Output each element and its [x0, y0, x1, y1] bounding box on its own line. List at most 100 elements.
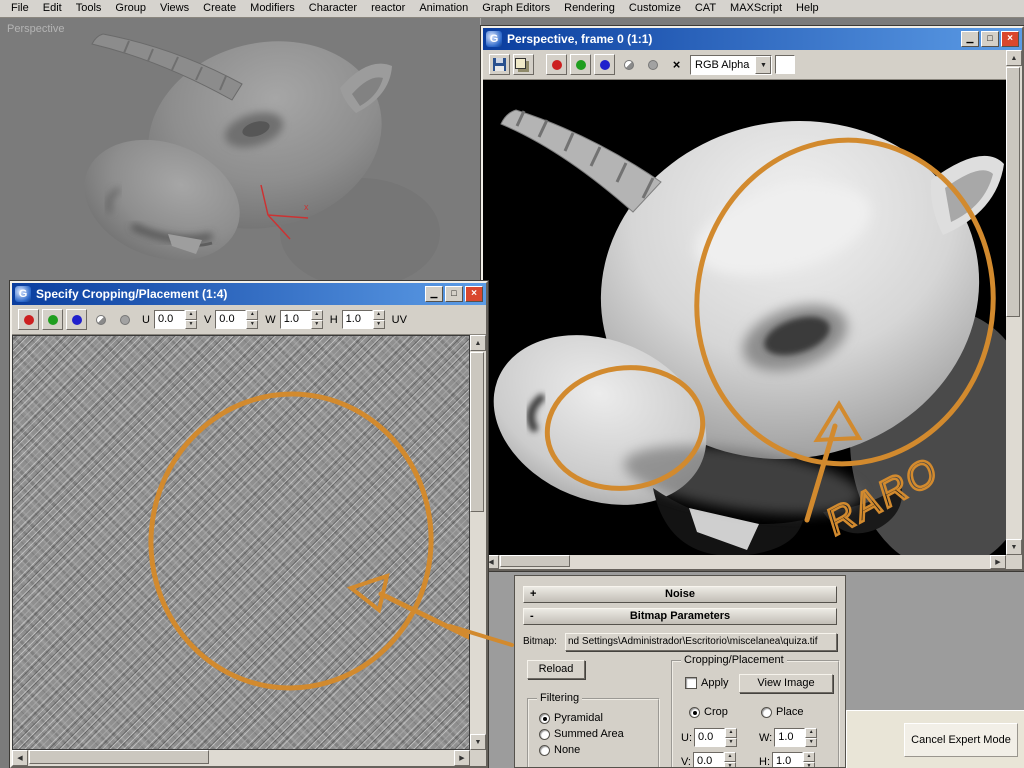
spinner-up-icon[interactable]: ▲ [246, 310, 259, 320]
h-spinner[interactable]: 1.0 ▲ ▼ [341, 310, 385, 329]
v-spinner[interactable]: 0.0 ▲ ▼ [215, 310, 259, 329]
background-color-swatch[interactable] [775, 55, 796, 74]
crop-window-titlebar[interactable]: G Specify Cropping/Placement (1:4) ▁ □ × [12, 283, 486, 305]
green-channel-button[interactable] [570, 54, 591, 75]
spinner-down-icon[interactable]: ▼ [724, 761, 736, 767]
crop-vertical-scrollbar[interactable]: ▲ ▼ [470, 335, 486, 750]
cancel-expert-mode-button[interactable]: Cancel Expert Mode [904, 723, 1018, 757]
crop-u-spinner[interactable]: 0.0 ▲ ▼ [694, 728, 737, 747]
uv-mode-button[interactable]: UV [392, 314, 407, 326]
menu-file[interactable]: File [4, 0, 36, 17]
menu-tools[interactable]: Tools [69, 0, 109, 17]
crop-horizontal-scrollbar[interactable]: ◀ ▶ [12, 750, 470, 766]
scroll-up-icon[interactable]: ▲ [1006, 50, 1022, 66]
crop-v-spinner[interactable]: 0.0 ▲ ▼ [693, 752, 736, 767]
rollout-noise[interactable]: + Noise [523, 586, 837, 603]
monochrome-channel-button[interactable] [618, 54, 639, 75]
close-button[interactable]: × [465, 286, 483, 302]
green-channel-button[interactable] [42, 309, 63, 330]
radio-pyramidal[interactable]: Pyramidal [539, 712, 603, 724]
scroll-down-icon[interactable]: ▼ [470, 734, 486, 750]
scrollbar-thumb[interactable] [29, 750, 209, 764]
close-button[interactable]: × [1001, 31, 1019, 47]
render-window-titlebar[interactable]: G Perspective, frame 0 (1:1) ▁ □ × [483, 28, 1022, 50]
menu-views[interactable]: Views [153, 0, 196, 17]
spinner-up-icon[interactable]: ▲ [310, 310, 323, 320]
spinner-down-icon[interactable]: ▼ [805, 737, 818, 747]
minimize-button[interactable]: ▁ [425, 286, 443, 302]
spinner-down-icon[interactable]: ▼ [372, 319, 385, 329]
menu-group[interactable]: Group [108, 0, 153, 17]
w-value[interactable]: 1.0 [279, 310, 311, 329]
scroll-down-icon[interactable]: ▼ [1006, 539, 1022, 555]
scroll-left-icon[interactable]: ◀ [12, 750, 28, 766]
spinner-up-icon[interactable]: ▲ [805, 728, 818, 738]
spinner-down-icon[interactable]: ▼ [803, 761, 815, 767]
menu-character[interactable]: Character [302, 0, 364, 17]
alpha-channel-button[interactable] [114, 309, 135, 330]
spinner-down-icon[interactable]: ▼ [246, 319, 259, 329]
alpha-channel-button[interactable] [642, 54, 663, 75]
spinner-up-icon[interactable]: ▲ [184, 310, 197, 320]
maximize-button[interactable]: □ [445, 286, 463, 302]
radio-summed-area[interactable]: Summed Area [539, 728, 624, 740]
spinner-up-icon[interactable]: ▲ [725, 728, 737, 738]
menu-create[interactable]: Create [196, 0, 243, 17]
crop-w-spinner[interactable]: 1.0 ▲ ▼ [774, 728, 818, 747]
red-channel-button[interactable] [546, 54, 567, 75]
clear-button[interactable]: × [666, 54, 687, 75]
spinner-down-icon[interactable]: ▼ [184, 319, 197, 329]
v-value[interactable]: 0.0 [215, 310, 247, 329]
maximize-button[interactable]: □ [981, 31, 999, 47]
spinner-down-icon[interactable]: ▼ [310, 319, 323, 329]
reload-button[interactable]: Reload [527, 660, 585, 679]
blue-channel-button[interactable] [66, 309, 87, 330]
channel-dropdown[interactable]: RGB Alpha ▼ [690, 54, 773, 75]
spinner-up-icon[interactable]: ▲ [803, 752, 815, 762]
rollout-bitmap-parameters[interactable]: - Bitmap Parameters [523, 608, 837, 625]
u-value[interactable]: 0.0 [694, 728, 725, 747]
spinner-up-icon[interactable]: ▲ [724, 752, 736, 762]
h-value[interactable]: 1.0 [772, 752, 803, 767]
menu-maxscript[interactable]: MAXScript [723, 0, 789, 17]
u-value[interactable]: 0.0 [153, 310, 185, 329]
scrollbar-thumb[interactable] [500, 555, 570, 567]
menu-animation[interactable]: Animation [412, 0, 475, 17]
scroll-up-icon[interactable]: ▲ [470, 335, 486, 351]
render-canvas[interactable]: RARO [483, 80, 1006, 555]
viewport-label[interactable]: Perspective [7, 23, 64, 35]
h-value[interactable]: 1.0 [341, 310, 373, 329]
crop-canvas[interactable] [12, 335, 470, 750]
minimize-button[interactable]: ▁ [961, 31, 979, 47]
menu-reactor[interactable]: reactor [364, 0, 412, 17]
menu-customize[interactable]: Customize [622, 0, 688, 17]
spinner-up-icon[interactable]: ▲ [372, 310, 385, 320]
menu-help[interactable]: Help [789, 0, 826, 17]
radio-none[interactable]: None [539, 744, 580, 756]
menu-edit[interactable]: Edit [36, 0, 69, 17]
render-vertical-scrollbar[interactable]: ▲ ▼ [1006, 50, 1022, 555]
menu-modifiers[interactable]: Modifiers [243, 0, 302, 17]
w-spinner[interactable]: 1.0 ▲ ▼ [279, 310, 323, 329]
w-value[interactable]: 1.0 [774, 728, 806, 747]
scrollbar-thumb[interactable] [470, 352, 484, 512]
u-spinner[interactable]: 0.0 ▲ ▼ [153, 310, 197, 329]
radio-crop[interactable]: Crop [689, 706, 728, 718]
red-channel-button[interactable] [18, 309, 39, 330]
crop-h-spinner[interactable]: 1.0 ▲ ▼ [772, 752, 815, 767]
monochrome-channel-button[interactable] [90, 309, 111, 330]
clone-rendered-frame-button[interactable] [513, 54, 534, 75]
menu-graph-editors[interactable]: Graph Editors [475, 0, 557, 17]
menu-rendering[interactable]: Rendering [557, 0, 622, 17]
menu-cat[interactable]: CAT [688, 0, 723, 17]
scrollbar-thumb[interactable] [1006, 67, 1020, 317]
render-horizontal-scrollbar[interactable]: ◀ ▶ [483, 555, 1006, 569]
save-image-button[interactable] [489, 54, 510, 75]
view-image-button[interactable]: View Image [739, 674, 833, 693]
spinner-down-icon[interactable]: ▼ [725, 737, 737, 747]
blue-channel-button[interactable] [594, 54, 615, 75]
v-value[interactable]: 0.0 [693, 752, 724, 767]
scroll-right-icon[interactable]: ▶ [454, 750, 470, 766]
apply-checkbox[interactable]: Apply [685, 677, 729, 689]
bitmap-path-button[interactable]: nd Settings\Administrador\Escritorio\mis… [565, 632, 837, 651]
